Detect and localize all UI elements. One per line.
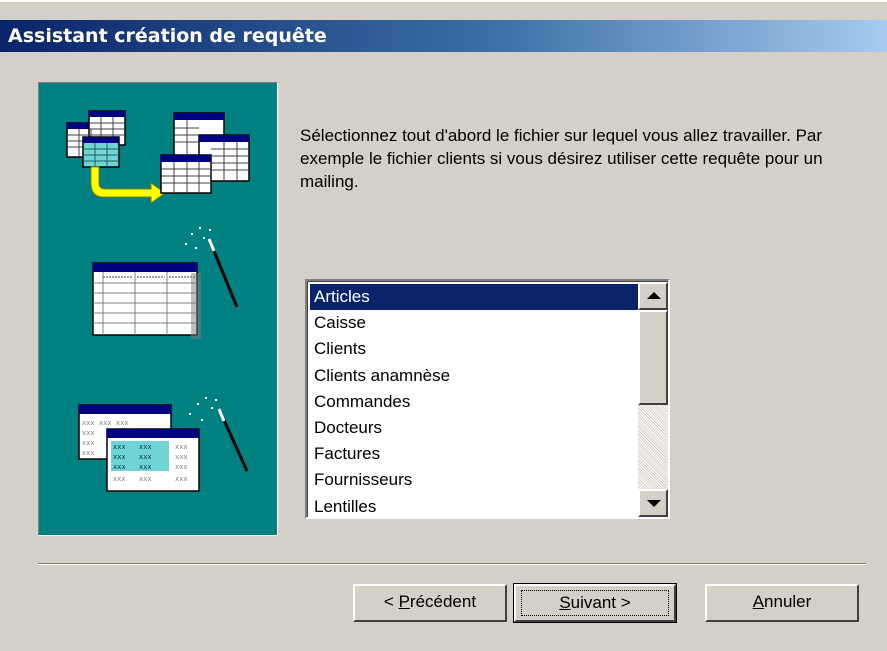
list-item[interactable]: Clients: [310, 336, 640, 362]
list-item[interactable]: Commandes: [310, 389, 640, 415]
previous-button[interactable]: < Précédent: [353, 584, 507, 622]
cancel-button[interactable]: Annuler: [705, 584, 859, 622]
instructions-text: Sélectionnez tout d'abord le fichier sur…: [300, 126, 823, 191]
svg-text:xxx: xxx: [175, 475, 188, 483]
scroll-up-button[interactable]: [638, 282, 668, 310]
svg-text:xxx: xxx: [113, 443, 126, 451]
list-item[interactable]: Clients anamnèse: [310, 363, 640, 389]
window-title: Assistant création de requête: [8, 25, 327, 47]
svg-text:xxx: xxx: [113, 453, 126, 461]
query-grid-wand-icon: xxx xxx xxx xxxxxxxxx xxx xxx xxx xxx xxx xxx…: [78, 397, 249, 492]
svg-text:xxx: xxx: [139, 453, 152, 461]
top-border: [0, 0, 887, 2]
table-wand-icon: [92, 227, 239, 339]
focus-rectangle: Suivant >: [521, 590, 669, 616]
svg-text:xxx: xxx: [82, 429, 95, 437]
list-item[interactable]: Docteurs: [310, 415, 640, 441]
arrow-up-icon: [647, 292, 661, 299]
svg-text:xxx: xxx: [139, 475, 152, 483]
next-label-rest: uivant >: [570, 593, 631, 612]
vertical-scrollbar[interactable]: [638, 282, 668, 517]
previous-prefix: <: [383, 592, 399, 611]
cancel-mnemonic: A: [752, 592, 765, 611]
list-item[interactable]: Lentilles: [310, 494, 640, 518]
wizard-illustration: xxx xxx xxx xxxxxxxxx xxx xxx xxx xxx xxx xxx…: [66, 110, 250, 492]
next-mnemonic: S: [559, 593, 571, 612]
previous-label-rest: récédent: [409, 592, 477, 611]
listbox-inner: Articles Caisse Clients Clients anamnèse Com…: [307, 281, 668, 517]
svg-text:xxx: xxx: [82, 439, 95, 447]
list-item[interactable]: Caisse: [310, 310, 640, 336]
svg-text:xxx: xxx: [82, 449, 95, 457]
scroll-thumb[interactable]: [638, 310, 668, 405]
svg-text:xxx: xxx: [175, 463, 188, 471]
list-items: Articles Caisse Clients Clients anamnèse Com…: [310, 284, 640, 518]
wizard-illustration-panel: xxx xxx xxx xxx xxx xxx xxx xxx xxx xxx xxx xxx…: [38, 82, 278, 536]
title-bar: Assistant création de requête: [0, 20, 887, 52]
file-listbox[interactable]: Articles Caisse Clients Clients anamnèse Com…: [305, 279, 670, 519]
svg-text:xxx: xxx: [99, 419, 112, 427]
svg-text:xxx: xxx: [139, 443, 152, 451]
next-button[interactable]: Suivant >: [513, 583, 677, 623]
svg-text:xxx: xxx: [113, 475, 126, 483]
svg-text:xxx: xxx: [175, 453, 188, 461]
list-item[interactable]: Fournisseurs: [310, 467, 640, 493]
svg-text:xxx: xxx: [139, 463, 152, 471]
previous-mnemonic: P: [398, 592, 410, 611]
tables-join-icon: [66, 110, 250, 204]
separator: [38, 563, 866, 565]
svg-text:xxx: xxx: [116, 419, 129, 427]
query-wizard-dialog: Assistant création de requête xxx xxx xx…: [0, 0, 887, 651]
arrow-down-icon: [647, 500, 661, 507]
svg-text:xxx: xxx: [113, 463, 126, 471]
svg-text:xxx: xxx: [82, 419, 95, 427]
cancel-label-rest: nnuler: [764, 592, 812, 611]
list-item[interactable]: Articles: [310, 284, 640, 311]
list-item[interactable]: Factures: [310, 441, 640, 467]
scroll-down-button[interactable]: [638, 489, 668, 517]
svg-text:xxx: xxx: [175, 443, 188, 451]
